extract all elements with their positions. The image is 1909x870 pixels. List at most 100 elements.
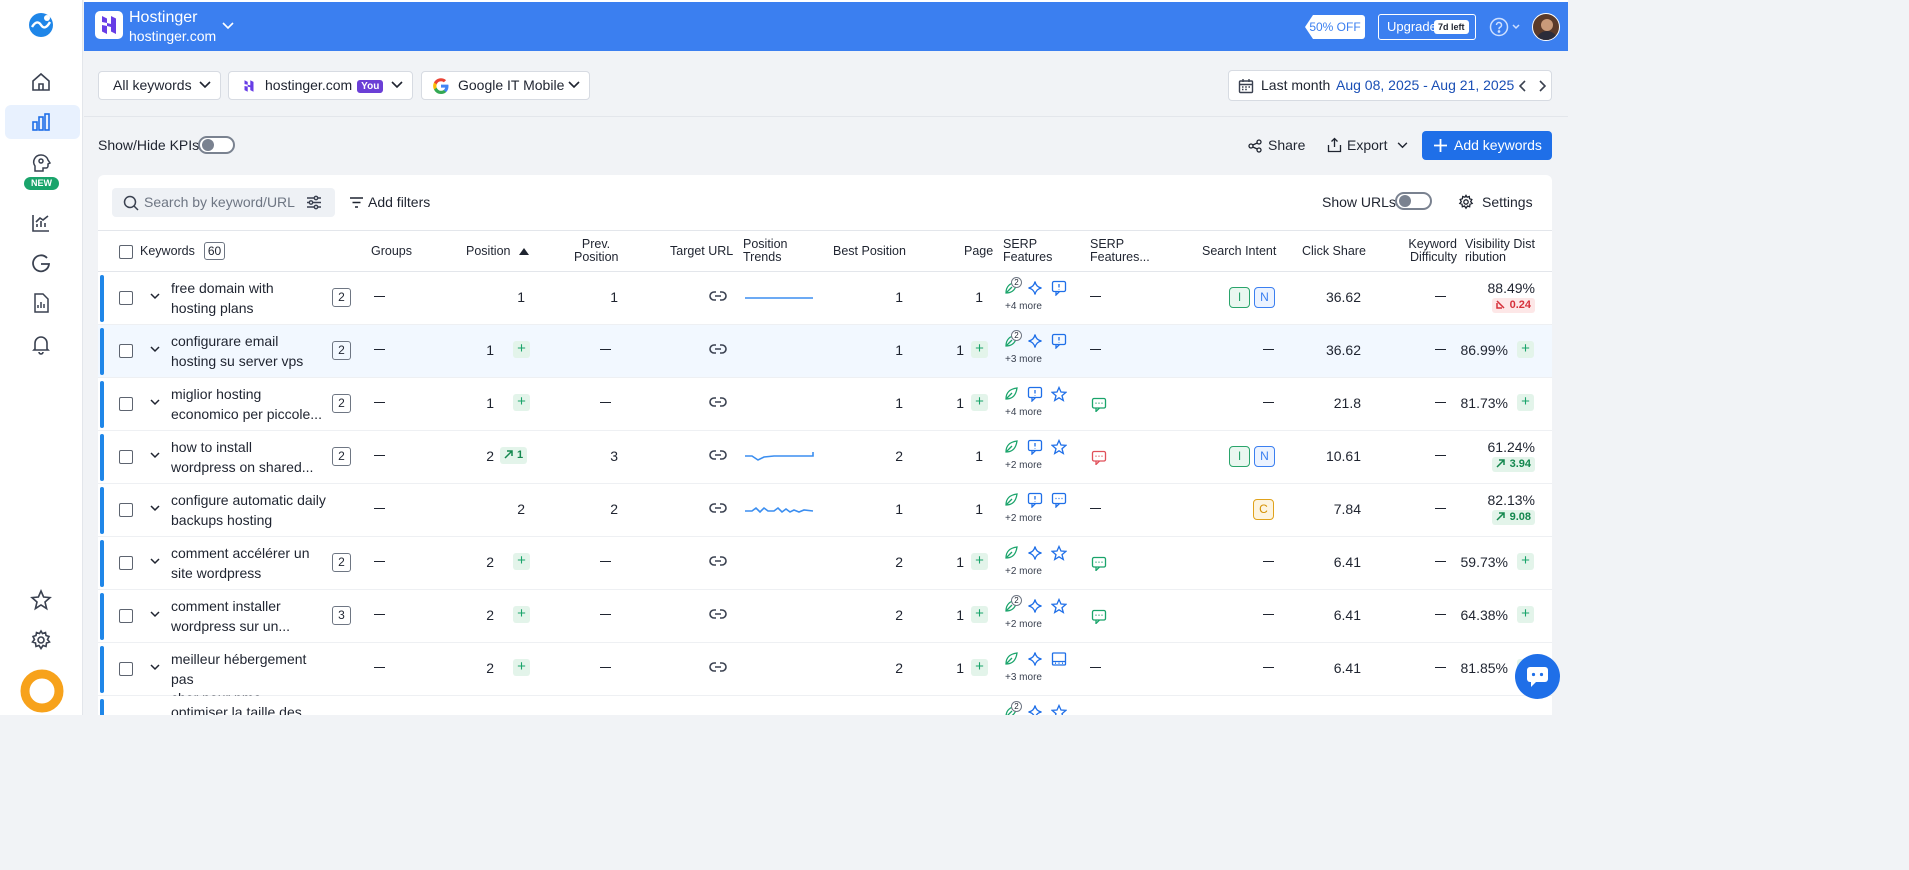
chevron-down-icon[interactable]: [150, 664, 160, 671]
faq-bubble-icon[interactable]: [1027, 492, 1043, 508]
more-features-link[interactable]: +2 more: [1005, 460, 1042, 471]
owned-feature-icon[interactable]: [1091, 556, 1107, 571]
progress-donut-icon[interactable]: [19, 668, 65, 714]
upgrade-button[interactable]: Upgrade 7d left: [1378, 14, 1476, 40]
link-icon[interactable]: [709, 343, 727, 355]
chat-button[interactable]: [1515, 654, 1560, 699]
star-icon[interactable]: [1051, 704, 1067, 715]
row-checkbox[interactable]: [119, 397, 133, 411]
image-pack-icon[interactable]: [1051, 651, 1067, 667]
faq-bubble-icon[interactable]: [1027, 439, 1043, 455]
more-features-link[interactable]: +4 more: [1005, 301, 1042, 312]
link-icon[interactable]: [709, 449, 727, 461]
link-icon[interactable]: [709, 661, 727, 673]
keyword-cell[interactable]: free domain with hosting plans: [171, 279, 331, 318]
keywords-select[interactable]: All keywords: [98, 71, 221, 100]
faq-bubble-icon[interactable]: [1027, 386, 1043, 402]
col-target-url[interactable]: Target URL: [670, 245, 733, 258]
report-icon[interactable]: [30, 292, 52, 314]
trend-chart-icon[interactable]: [30, 212, 52, 234]
chevron-down-icon[interactable]: [150, 346, 160, 353]
search-engine-select[interactable]: Google IT Mobile: [421, 71, 590, 100]
tag-count-badge[interactable]: 2: [332, 288, 351, 307]
more-features-link[interactable]: +2 more: [1005, 566, 1042, 577]
col-page[interactable]: Page: [964, 245, 993, 258]
table-row[interactable]: comment installer wordpress sur un... 3 2 +2…: [98, 590, 1552, 643]
table-row[interactable]: how to install wordpress on shared... 2 2 1 3…: [98, 431, 1552, 484]
export-button[interactable]: Export: [1327, 137, 1408, 153]
star-icon[interactable]: [1051, 439, 1067, 455]
chevron-down-icon[interactable]: [150, 399, 160, 406]
missing-feature-icon[interactable]: [1091, 450, 1107, 465]
link-icon[interactable]: [709, 290, 727, 302]
table-row[interactable]: optimiser la taille des 2: [98, 696, 1552, 715]
bell-icon[interactable]: [30, 333, 52, 355]
col-keywords[interactable]: Keywords: [140, 245, 195, 258]
date-range-picker[interactable]: Last month Aug 08, 2025 - Aug 21, 2025: [1228, 70, 1552, 101]
tag-count-badge[interactable]: 3: [332, 606, 351, 625]
more-features-link[interactable]: +4 more: [1005, 407, 1042, 418]
leaf-icon[interactable]: [1003, 386, 1019, 402]
col-best-position[interactable]: Best Position: [833, 245, 906, 258]
link-icon[interactable]: [709, 502, 727, 514]
keyword-cell[interactable]: configurare email hosting su server vps: [171, 332, 331, 371]
table-row[interactable]: configure automatic daily backups hosting…: [98, 484, 1552, 537]
sort-asc-icon[interactable]: [519, 248, 529, 255]
sliders-icon[interactable]: [306, 195, 322, 210]
next-period-icon[interactable]: [1538, 80, 1546, 92]
chevron-down-icon[interactable]: [150, 452, 160, 459]
brand-domain[interactable]: hostinger.com: [129, 28, 216, 44]
chevron-down-icon[interactable]: [150, 611, 160, 618]
brain-icon[interactable]: [30, 152, 52, 174]
leaf-icon[interactable]: [1003, 492, 1019, 508]
promo-badge[interactable]: 50% OFF: [1305, 15, 1365, 39]
chevron-down-icon[interactable]: [222, 22, 234, 30]
row-checkbox[interactable]: [119, 503, 133, 517]
link-icon[interactable]: [709, 608, 727, 620]
row-checkbox[interactable]: [119, 344, 133, 358]
bar-chart-icon[interactable]: [30, 111, 52, 133]
chevron-down-icon[interactable]: [150, 558, 160, 565]
keyword-cell[interactable]: miglior hosting economico per piccole...: [171, 385, 331, 424]
sparkle-icon[interactable]: [1027, 651, 1043, 667]
star-icon[interactable]: [1051, 598, 1067, 614]
keyword-cell[interactable]: how to install wordpress on shared...: [171, 438, 331, 477]
row-checkbox[interactable]: [119, 450, 133, 464]
add-filters-button[interactable]: Add filters: [350, 194, 430, 210]
tag-count-badge[interactable]: 2: [332, 341, 351, 360]
home-icon[interactable]: [30, 71, 52, 93]
chevron-down-icon[interactable]: [150, 293, 160, 300]
more-features-link[interactable]: +2 more: [1005, 619, 1042, 630]
sparkle-icon[interactable]: [1027, 545, 1043, 561]
col-prev-position[interactable]: Prev. Position: [574, 238, 618, 264]
chevron-down-icon[interactable]: [150, 505, 160, 512]
brand-name[interactable]: Hostinger: [129, 9, 197, 27]
select-all-checkbox[interactable]: [119, 245, 133, 259]
col-keyword-difficulty[interactable]: Keyword Difficulty: [1395, 238, 1457, 264]
col-position[interactable]: Position: [466, 245, 510, 258]
keyword-cell[interactable]: comment accélérer un site wordpress: [171, 544, 331, 583]
tag-count-badge[interactable]: 2: [332, 553, 351, 572]
add-keywords-button[interactable]: Add keywords: [1422, 131, 1552, 160]
more-features-link[interactable]: +3 more: [1005, 354, 1042, 365]
owned-feature-icon[interactable]: [1091, 609, 1107, 624]
share-button[interactable]: Share: [1248, 137, 1305, 153]
sparkle-icon[interactable]: [1027, 704, 1043, 715]
prev-period-icon[interactable]: [1519, 80, 1527, 92]
link-icon[interactable]: [709, 555, 727, 567]
more-features-link[interactable]: +3 more: [1005, 672, 1042, 683]
show-urls-toggle[interactable]: [1395, 192, 1432, 210]
col-serp-features-2[interactable]: SERP Features...: [1090, 238, 1150, 264]
leaf-icon[interactable]: [1003, 545, 1019, 561]
table-row[interactable]: comment accélérer un site wordpress 2 2 +2 1 +…: [98, 537, 1552, 590]
faq-bubble-icon[interactable]: [1051, 333, 1067, 349]
leaf-icon[interactable]: [1003, 651, 1019, 667]
tag-count-badge[interactable]: 2: [332, 447, 351, 466]
col-click-share[interactable]: Click Share: [1302, 245, 1366, 258]
col-serp-features[interactable]: SERP Features: [1003, 238, 1052, 264]
table-row[interactable]: free domain with hosting plans 2 1 1 1 1 I N 36.6…: [98, 272, 1552, 325]
project-select[interactable]: hostinger.com You: [228, 71, 413, 100]
avatar[interactable]: [1532, 13, 1560, 41]
owned-feature-icon[interactable]: [1091, 397, 1107, 412]
tag-count-badge[interactable]: 2: [332, 394, 351, 413]
